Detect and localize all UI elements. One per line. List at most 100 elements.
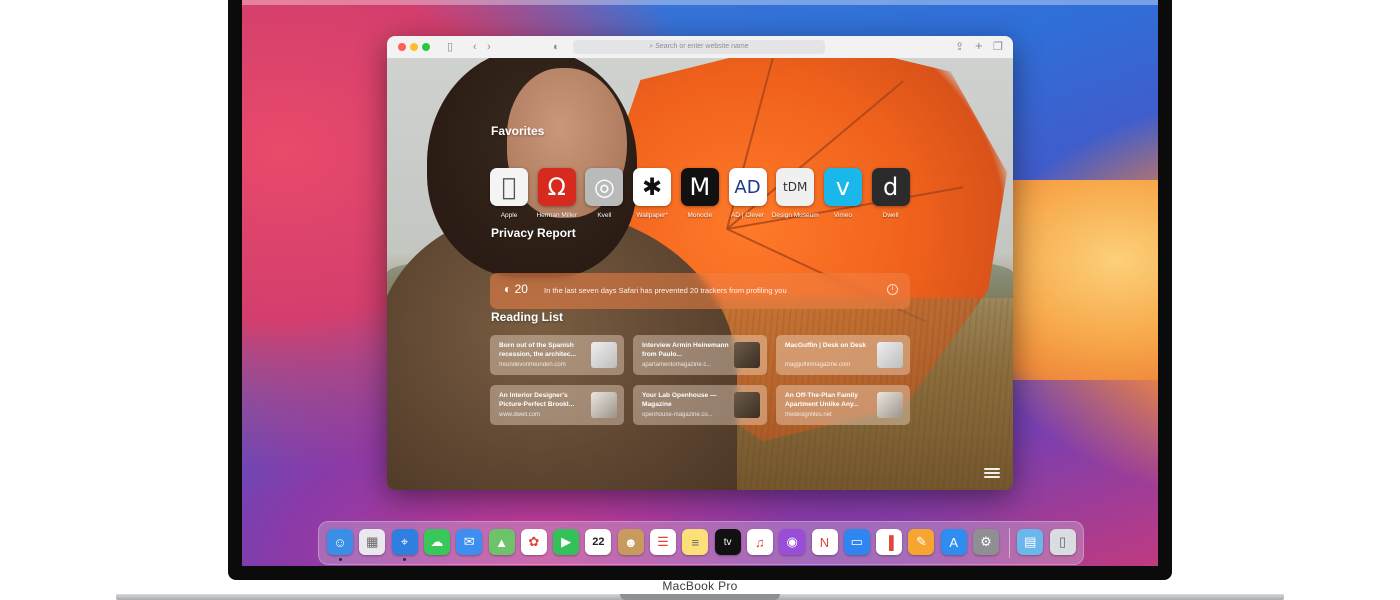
address-bar[interactable]: ⌕ Search or enter website name [573, 40, 825, 54]
sidebar-toggle-icon[interactable]: ▯ [447, 40, 453, 54]
favorite-icon: tDM [776, 168, 815, 206]
share-icon[interactable]: ⇪ [955, 40, 964, 54]
dock: ☺ ▦ ⌖ ☁ ✉ ▲ ✿ ▶ 22 ☻ ☰ ≡ tv ♫ ◉ N ▭ ▐ ✎ A ⚙ ▤ ▯ [318, 521, 1084, 565]
reading-list-url: openhouse-magazine.co... [642, 412, 713, 418]
reading-list-thumbnail [591, 392, 617, 418]
dock-divider [1009, 528, 1010, 558]
tracker-count: ◐ 20 [504, 282, 528, 296]
reading-list-url: thedesignfiles.net [785, 412, 832, 418]
reading-list-thumbnail [734, 342, 760, 368]
dock-app-music-icon[interactable]: ♫ [746, 529, 773, 555]
privacy-report-card[interactable]: ◐ 20 In the last seven days Safari has p… [490, 273, 910, 309]
reading-list-item[interactable]: Your Lab Openhouse — Magazine openhouse-m… [633, 385, 767, 425]
favorite-item[interactable]: ◎ Kvell [580, 168, 628, 219]
tab-overview-icon[interactable]: ❐ [993, 40, 1003, 54]
favorite-item[interactable]:  Apple [485, 168, 533, 219]
dock-app-pages-icon[interactable]: ✎ [908, 529, 935, 555]
favorite-icon: AD [728, 168, 767, 206]
reading-list-title: Interview Armin Heinemann from Paulo... [642, 342, 729, 358]
dock-app-notes-icon[interactable]: ≡ [682, 529, 709, 555]
favorite-label: Apple [500, 212, 518, 219]
laptop-base-notch [620, 594, 780, 600]
privacy-message: In the last seven days Safari has preven… [544, 286, 787, 295]
dock-app-calendar-icon[interactable]: 22 [585, 529, 612, 555]
dock-app-apple-tv-icon[interactable]: tv [714, 529, 741, 555]
favorite-label: Herman Miller [536, 212, 577, 219]
favorite-icon: M [680, 168, 719, 206]
close-window-button[interactable] [398, 43, 406, 51]
dock-app-finder-icon[interactable]: ☺ [327, 529, 353, 555]
reading-list-item[interactable]: An Off-The-Plan Family Apartment Unlike … [776, 385, 910, 425]
dock-app-app-store-icon[interactable]: A [940, 529, 967, 555]
dock-app-news-icon[interactable]: N [811, 529, 838, 555]
favorite-label: Vimeo [833, 212, 853, 219]
favorite-icon: ◎ [585, 168, 624, 206]
dock-app-mail-icon[interactable]: ✉ [456, 529, 483, 555]
dock-app-maps-icon[interactable]: ▲ [488, 529, 515, 555]
reading-list-title: Born out of the Spanish recession, the a… [499, 342, 576, 358]
dock-app-facetime-icon[interactable]: ▶ [553, 529, 580, 555]
favorite-item[interactable]: ✱ Wallpaper* [628, 168, 676, 219]
favorite-item[interactable]: d Dwell [867, 168, 915, 219]
new-tab-icon[interactable]: + [975, 39, 983, 53]
reading-list-item[interactable]: An Interior Designer's Picture-Perfect B… [490, 385, 624, 425]
running-indicator [403, 558, 407, 561]
reading-list-item[interactable]: Interview Armin Heinemann from Paulo... a… [633, 335, 767, 375]
reading-list-url: apartamentomagazine.c... [642, 362, 712, 368]
customize-settings-icon[interactable] [984, 466, 1000, 480]
reading-list-item[interactable]: MacGuffin | Desk on Desk magguffinmagazin… [776, 335, 910, 375]
device-label: MacBook Pro [662, 579, 738, 593]
dock-app-safari-icon[interactable]: ⌖ [391, 529, 418, 555]
shield-icon: ◐ [504, 282, 515, 296]
reading-list-thumbnail [734, 392, 760, 418]
favorite-label: Monocle [687, 212, 713, 219]
minimize-window-button[interactable] [410, 43, 418, 51]
start-page-content: Favorites  Apple Ω Herman Miller ◎ Kvell ✱ Wal… [387, 58, 1013, 490]
forward-chevron-icon[interactable]: › [487, 40, 491, 54]
favorite-item[interactable]: v Vimeo [819, 168, 867, 219]
dock-app-downloads-folder-icon[interactable]: ▤ [1017, 529, 1044, 555]
dock-app-podcasts-icon[interactable]: ◉ [779, 529, 806, 555]
reading-list-title: MacGuffin | Desk on Desk [785, 342, 866, 349]
reading-list-thumbnail [877, 392, 903, 418]
reading-list-title: Your Lab Openhouse — Magazine [642, 392, 717, 408]
favorite-item[interactable]: Ω Herman Miller [533, 168, 581, 219]
privacy-report-heading: Privacy Report [491, 226, 576, 240]
favorite-item[interactable]: tDM Design Museum [771, 168, 819, 219]
favorites-heading: Favorites [491, 124, 545, 138]
favorite-label: Wallpaper* [636, 212, 668, 219]
reading-list-url: freundevonfreunden.com [499, 362, 566, 368]
favorite-icon: v [823, 168, 862, 206]
dock-app-messages-icon[interactable]: ☁ [423, 529, 450, 555]
dock-app-system-preferences-icon[interactable]: ⚙ [973, 529, 999, 555]
favorite-icon: d [871, 168, 910, 206]
favorite-label: Kvell [597, 212, 612, 219]
reading-list-thumbnail [591, 342, 617, 368]
reading-list-url: www.dwell.com [499, 412, 541, 418]
reading-list-thumbnail [877, 342, 903, 368]
dock-app-reminders-icon[interactable]: ☰ [650, 529, 676, 555]
info-icon[interactable]: i [887, 284, 898, 295]
running-indicator [338, 558, 342, 561]
dock-app-contacts-icon[interactable]: ☻ [617, 529, 644, 555]
favorite-icon: Ω [537, 168, 576, 206]
dock-app-photos-icon[interactable]: ✿ [520, 529, 547, 555]
reading-list-heading: Reading List [491, 310, 564, 324]
favorite-item[interactable]: AD AD | Clever [724, 168, 772, 219]
menu-bar[interactable] [242, 0, 1158, 5]
favorite-item[interactable]: M Monocle [676, 168, 724, 219]
dock-app-keynote-icon[interactable]: ▭ [843, 529, 870, 555]
dock-app-launchpad-icon[interactable]: ▦ [359, 529, 386, 555]
zoom-window-button[interactable] [422, 43, 430, 51]
favorite-label: Design Museum [771, 212, 819, 219]
privacy-shield-icon[interactable]: ◐ [553, 40, 560, 54]
dock-app-numbers-icon[interactable]: ▐ [876, 529, 903, 555]
address-placeholder: Search or enter website name [655, 43, 749, 50]
safari-toolbar: ▯ ‹ › ◐ ⌕ Search or enter website name ⇪… [387, 36, 1013, 59]
back-chevron-icon[interactable]: ‹ [473, 40, 477, 54]
reading-list-title: An Interior Designer's Picture-Perfect B… [499, 392, 575, 408]
start-page-background: Favorites  Apple Ω Herman Miller ◎ Kvell ✱ Wal… [387, 58, 1013, 490]
dock-app-trash-icon[interactable]: ▯ [1049, 529, 1076, 555]
reading-list-item[interactable]: Born out of the Spanish recession, the a… [490, 335, 624, 375]
favorite-label: AD | Clever [730, 212, 765, 219]
